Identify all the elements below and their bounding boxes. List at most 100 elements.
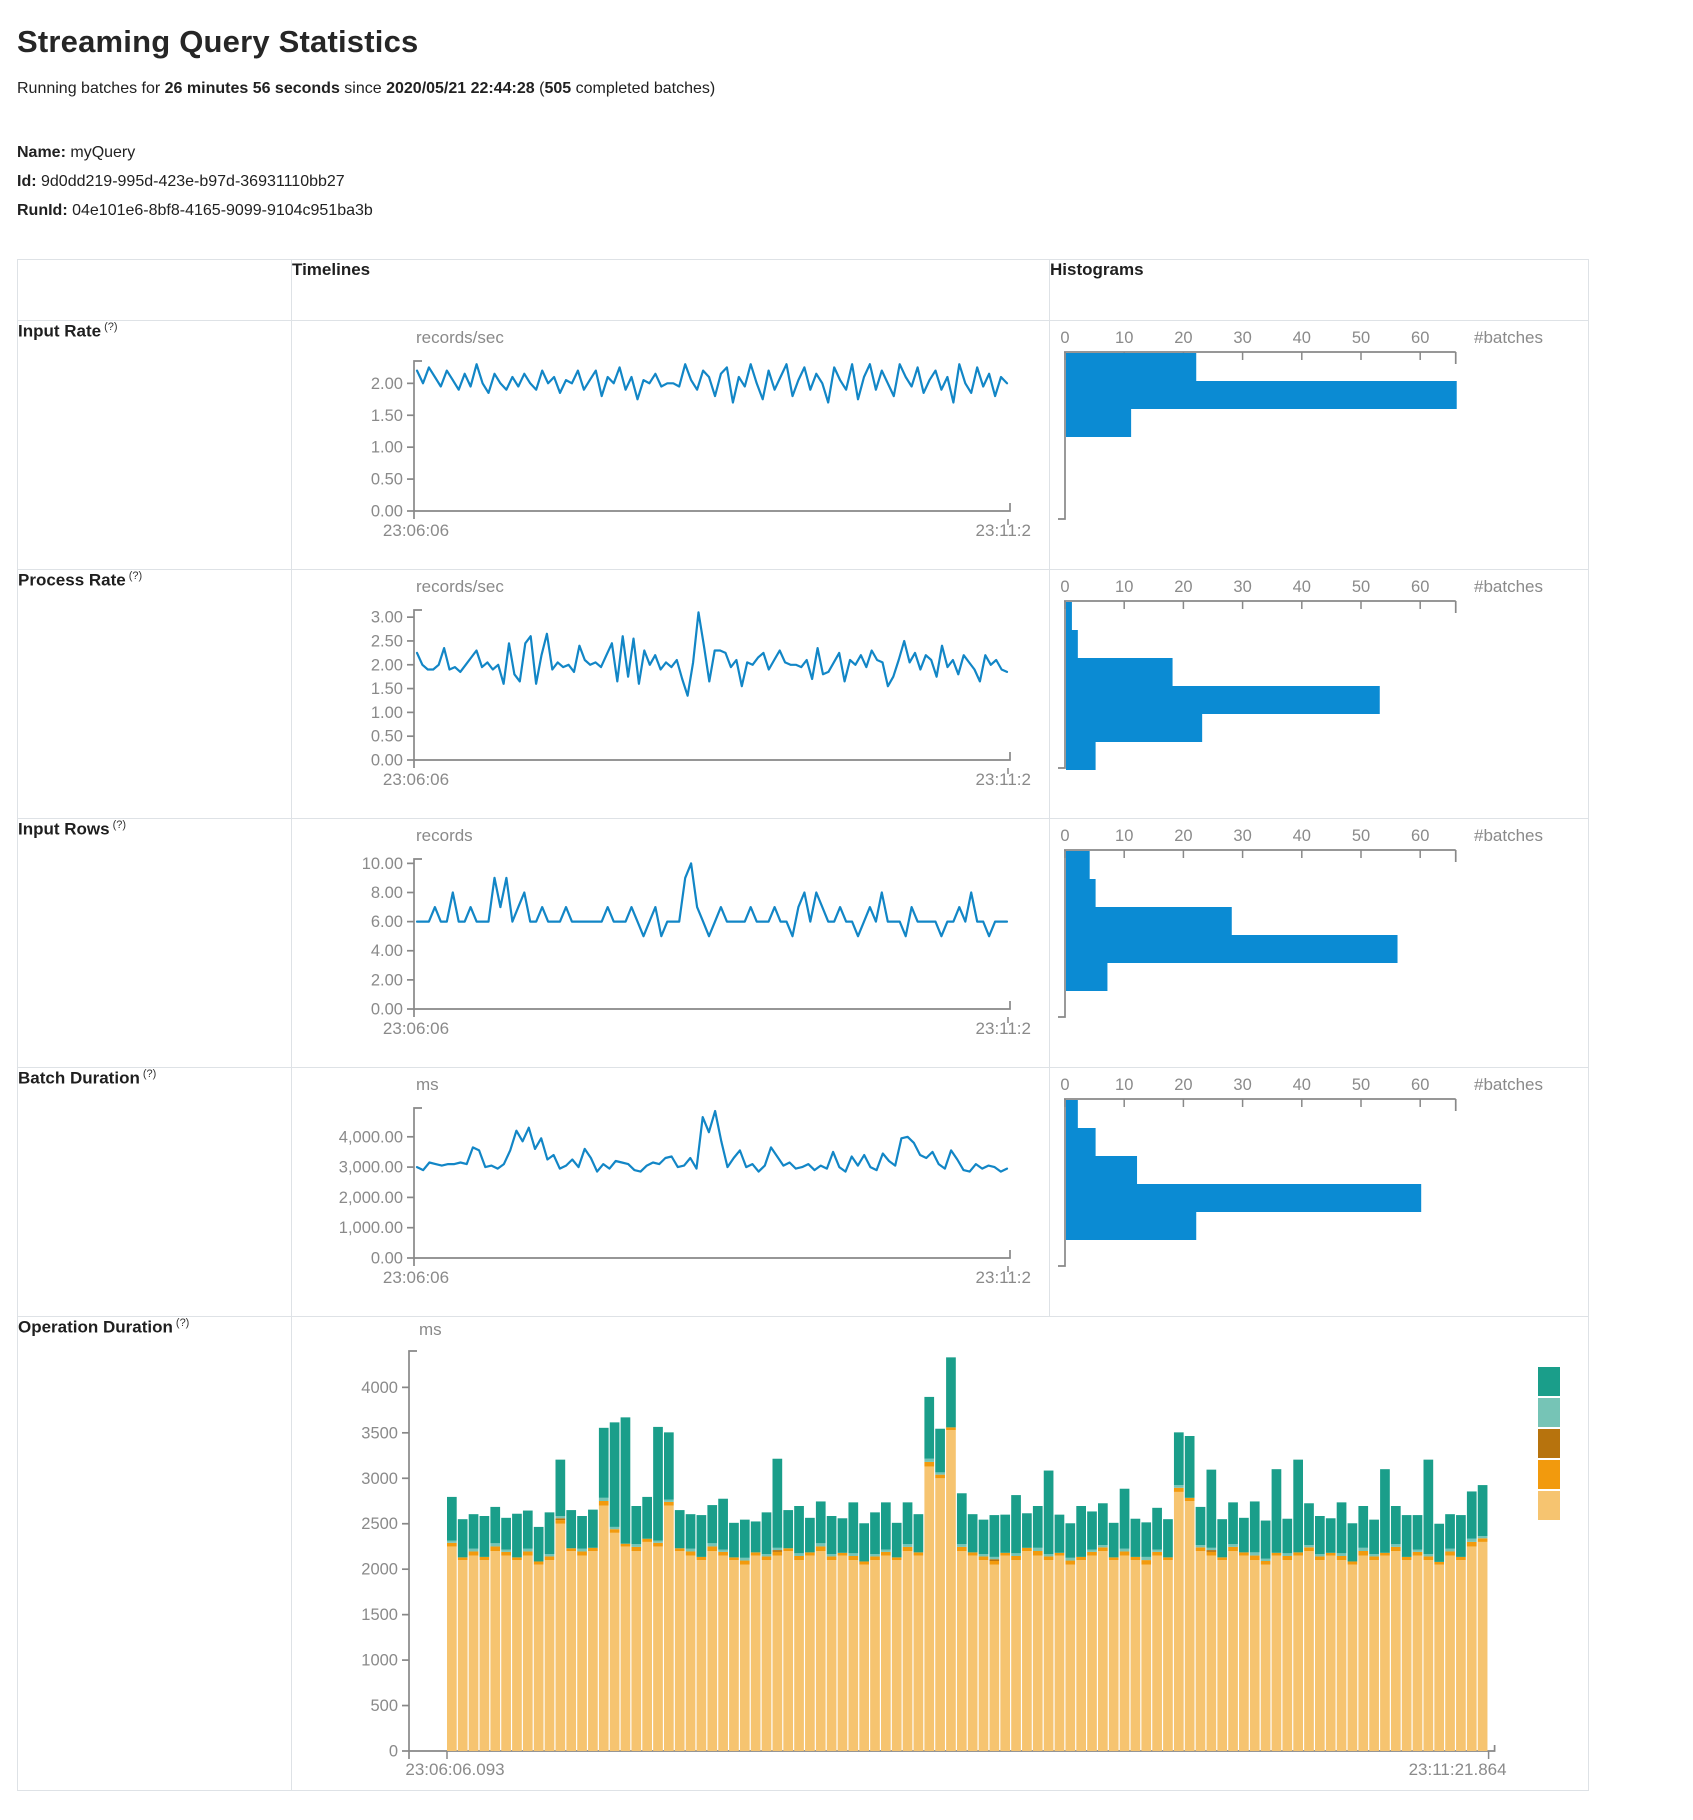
query-name-value: myQuery <box>70 144 135 161</box>
svg-text:2.00: 2.00 <box>371 375 403 393</box>
batch-duration-histogram-cell: 0102030405060#batches <box>1050 1068 1589 1317</box>
batch-duration-histogram-chart: 0102030405060#batches <box>1050 1068 1588 1311</box>
running-batches-summary: Running batches for 26 minutes 56 second… <box>17 80 1693 98</box>
svg-text:0: 0 <box>1060 827 1069 845</box>
summary-prefix: Running batches for <box>17 80 165 97</box>
svg-text:records/sec: records/sec <box>416 328 504 347</box>
batch-duration-label-text: Batch Duration <box>18 1069 140 1088</box>
input-rows-timeline-cell: records10.008.006.004.002.000.0023:06:06… <box>292 819 1050 1068</box>
operation-duration-legend <box>1538 1367 1560 1520</box>
process-rate-histogram-cell: 0102030405060#batches <box>1050 570 1589 819</box>
operation-duration-help-icon[interactable]: (?) <box>176 1317 189 1329</box>
svg-text:4.00: 4.00 <box>371 942 403 960</box>
svg-text:2500: 2500 <box>361 1515 398 1533</box>
svg-text:30: 30 <box>1233 1076 1251 1094</box>
summary-middle: since <box>340 80 386 97</box>
svg-text:23:11:21: 23:11:21 <box>976 1268 1032 1287</box>
svg-text:10.00: 10.00 <box>362 855 403 873</box>
svg-text:60: 60 <box>1411 1076 1429 1094</box>
svg-text:1500: 1500 <box>361 1606 398 1624</box>
svg-text:3.00: 3.00 <box>371 609 403 627</box>
svg-text:2,000.00: 2,000.00 <box>339 1189 403 1207</box>
input-rate-row: Input Rate(?) records/sec 2.00 1.50 1.00 0.5… <box>18 321 1589 570</box>
summary-paren: ( <box>535 80 545 97</box>
input-rows-histogram-svg: 0102030405060#batches <box>1050 819 1586 1057</box>
svg-text:0.00: 0.00 <box>371 752 403 770</box>
batch-duration-label: Batch Duration(?) <box>18 1068 292 1317</box>
svg-text:3500: 3500 <box>361 1424 398 1442</box>
query-id-value: 9d0dd219-995d-423e-b97d-36931110bb27 <box>41 173 345 190</box>
svg-text:ms: ms <box>416 1075 439 1094</box>
summary-suffix: completed batches) <box>571 80 715 97</box>
legend-swatch-3 <box>1538 1460 1560 1489</box>
batch-duration-timeline-cell: ms4,000.003,000.002,000.001,000.000.0023… <box>292 1068 1050 1317</box>
svg-text:1.00: 1.00 <box>371 439 403 457</box>
svg-text:ms: ms <box>419 1320 442 1339</box>
input-rows-help-icon[interactable]: (?) <box>113 819 126 831</box>
svg-text:23:11:21: 23:11:21 <box>976 770 1032 789</box>
svg-text:#batches: #batches <box>1474 1075 1543 1094</box>
svg-text:23:06:06.093: 23:06:06.093 <box>405 1760 504 1779</box>
legend-swatch-1 <box>1538 1398 1560 1427</box>
input-rate-timeline-chart: records/sec2.001.501.000.500.0023:06:062… <box>292 321 1049 564</box>
summary-batch-count: 505 <box>544 80 571 97</box>
svg-text:0.00: 0.00 <box>371 1001 403 1019</box>
batch-duration-timeline-svg: ms4,000.003,000.002,000.001,000.000.0023… <box>292 1068 1032 1306</box>
svg-text:10: 10 <box>1115 1076 1133 1094</box>
batch-duration-help-icon[interactable]: (?) <box>143 1068 156 1080</box>
svg-text:20: 20 <box>1174 827 1192 845</box>
svg-text:0: 0 <box>389 1743 398 1761</box>
query-id-label: Id: <box>17 173 37 190</box>
input-rate-label: Input Rate(?) <box>18 321 292 570</box>
svg-text:30: 30 <box>1233 578 1251 596</box>
svg-text:1.50: 1.50 <box>371 407 403 425</box>
process-rate-label-text: Process Rate <box>18 571 126 590</box>
svg-text:0: 0 <box>1060 578 1069 596</box>
svg-text:23:11:21: 23:11:21 <box>976 1019 1032 1038</box>
query-name-label: Name: <box>17 144 66 161</box>
input-rate-histogram-svg: 0102030405060#batches <box>1050 321 1586 559</box>
empty-header-cell <box>18 260 292 321</box>
summary-duration: 26 minutes 56 seconds <box>165 80 340 97</box>
svg-text:60: 60 <box>1411 578 1429 596</box>
process-rate-help-icon[interactable]: (?) <box>129 570 142 582</box>
query-name-line: Name: myQuery <box>17 138 1693 167</box>
input-rate-timeline-svg: records/sec2.001.501.000.500.0023:06:062… <box>292 321 1032 559</box>
svg-text:2.50: 2.50 <box>371 632 403 650</box>
svg-text:1.50: 1.50 <box>371 680 403 698</box>
batch-duration-row: Batch Duration(?) ms4,000.003,000.002,00… <box>18 1068 1589 1317</box>
input-rate-help-icon[interactable]: (?) <box>104 321 117 333</box>
svg-text:1.00: 1.00 <box>371 704 403 722</box>
query-runid-value: 04e101e6-8bf8-4165-9099-9104c951ba3b <box>72 202 373 219</box>
svg-text:23:11:21.864: 23:11:21.864 <box>1409 1760 1507 1779</box>
operation-duration-cell: ms4000350030002500200015001000500023:06:… <box>292 1317 1589 1791</box>
process-rate-timeline-cell: records/sec3.002.502.001.501.000.500.002… <box>292 570 1050 819</box>
process-rate-histogram-svg: 0102030405060#batches <box>1050 570 1586 808</box>
svg-text:20: 20 <box>1174 1076 1192 1094</box>
svg-text:0.50: 0.50 <box>371 471 403 489</box>
svg-text:23:11:21: 23:11:21 <box>976 521 1032 540</box>
svg-text:0: 0 <box>1060 329 1069 347</box>
operation-duration-svg: ms4000350030002500200015001000500023:06:… <box>292 1317 1562 1785</box>
svg-text:10: 10 <box>1115 578 1133 596</box>
svg-text:records/sec: records/sec <box>416 577 504 596</box>
svg-text:23:06:06: 23:06:06 <box>383 1019 449 1038</box>
svg-text:3,000.00: 3,000.00 <box>339 1159 403 1177</box>
svg-text:40: 40 <box>1293 827 1311 845</box>
input-rows-label-text: Input Rows <box>18 820 110 839</box>
histograms-column-header: Histograms <box>1050 260 1589 321</box>
streaming-query-statistics-page: Streaming Query Statistics Running batch… <box>0 0 1693 1811</box>
page-title: Streaming Query Statistics <box>17 24 1693 60</box>
input-rows-timeline-svg: records10.008.006.004.002.000.0023:06:06… <box>292 819 1032 1057</box>
legend-swatch-2 <box>1538 1429 1560 1458</box>
input-rows-label: Input Rows(?) <box>18 819 292 1068</box>
svg-text:30: 30 <box>1233 329 1251 347</box>
svg-text:0.00: 0.00 <box>371 1250 403 1268</box>
operation-duration-chart: ms4000350030002500200015001000500023:06:… <box>292 1317 1588 1790</box>
svg-text:1000: 1000 <box>361 1652 398 1670</box>
input-rate-label-text: Input Rate <box>18 322 101 341</box>
process-rate-histogram-chart: 0102030405060#batches <box>1050 570 1588 813</box>
svg-text:50: 50 <box>1352 1076 1370 1094</box>
process-rate-label: Process Rate(?) <box>18 570 292 819</box>
svg-text:2000: 2000 <box>361 1561 398 1579</box>
